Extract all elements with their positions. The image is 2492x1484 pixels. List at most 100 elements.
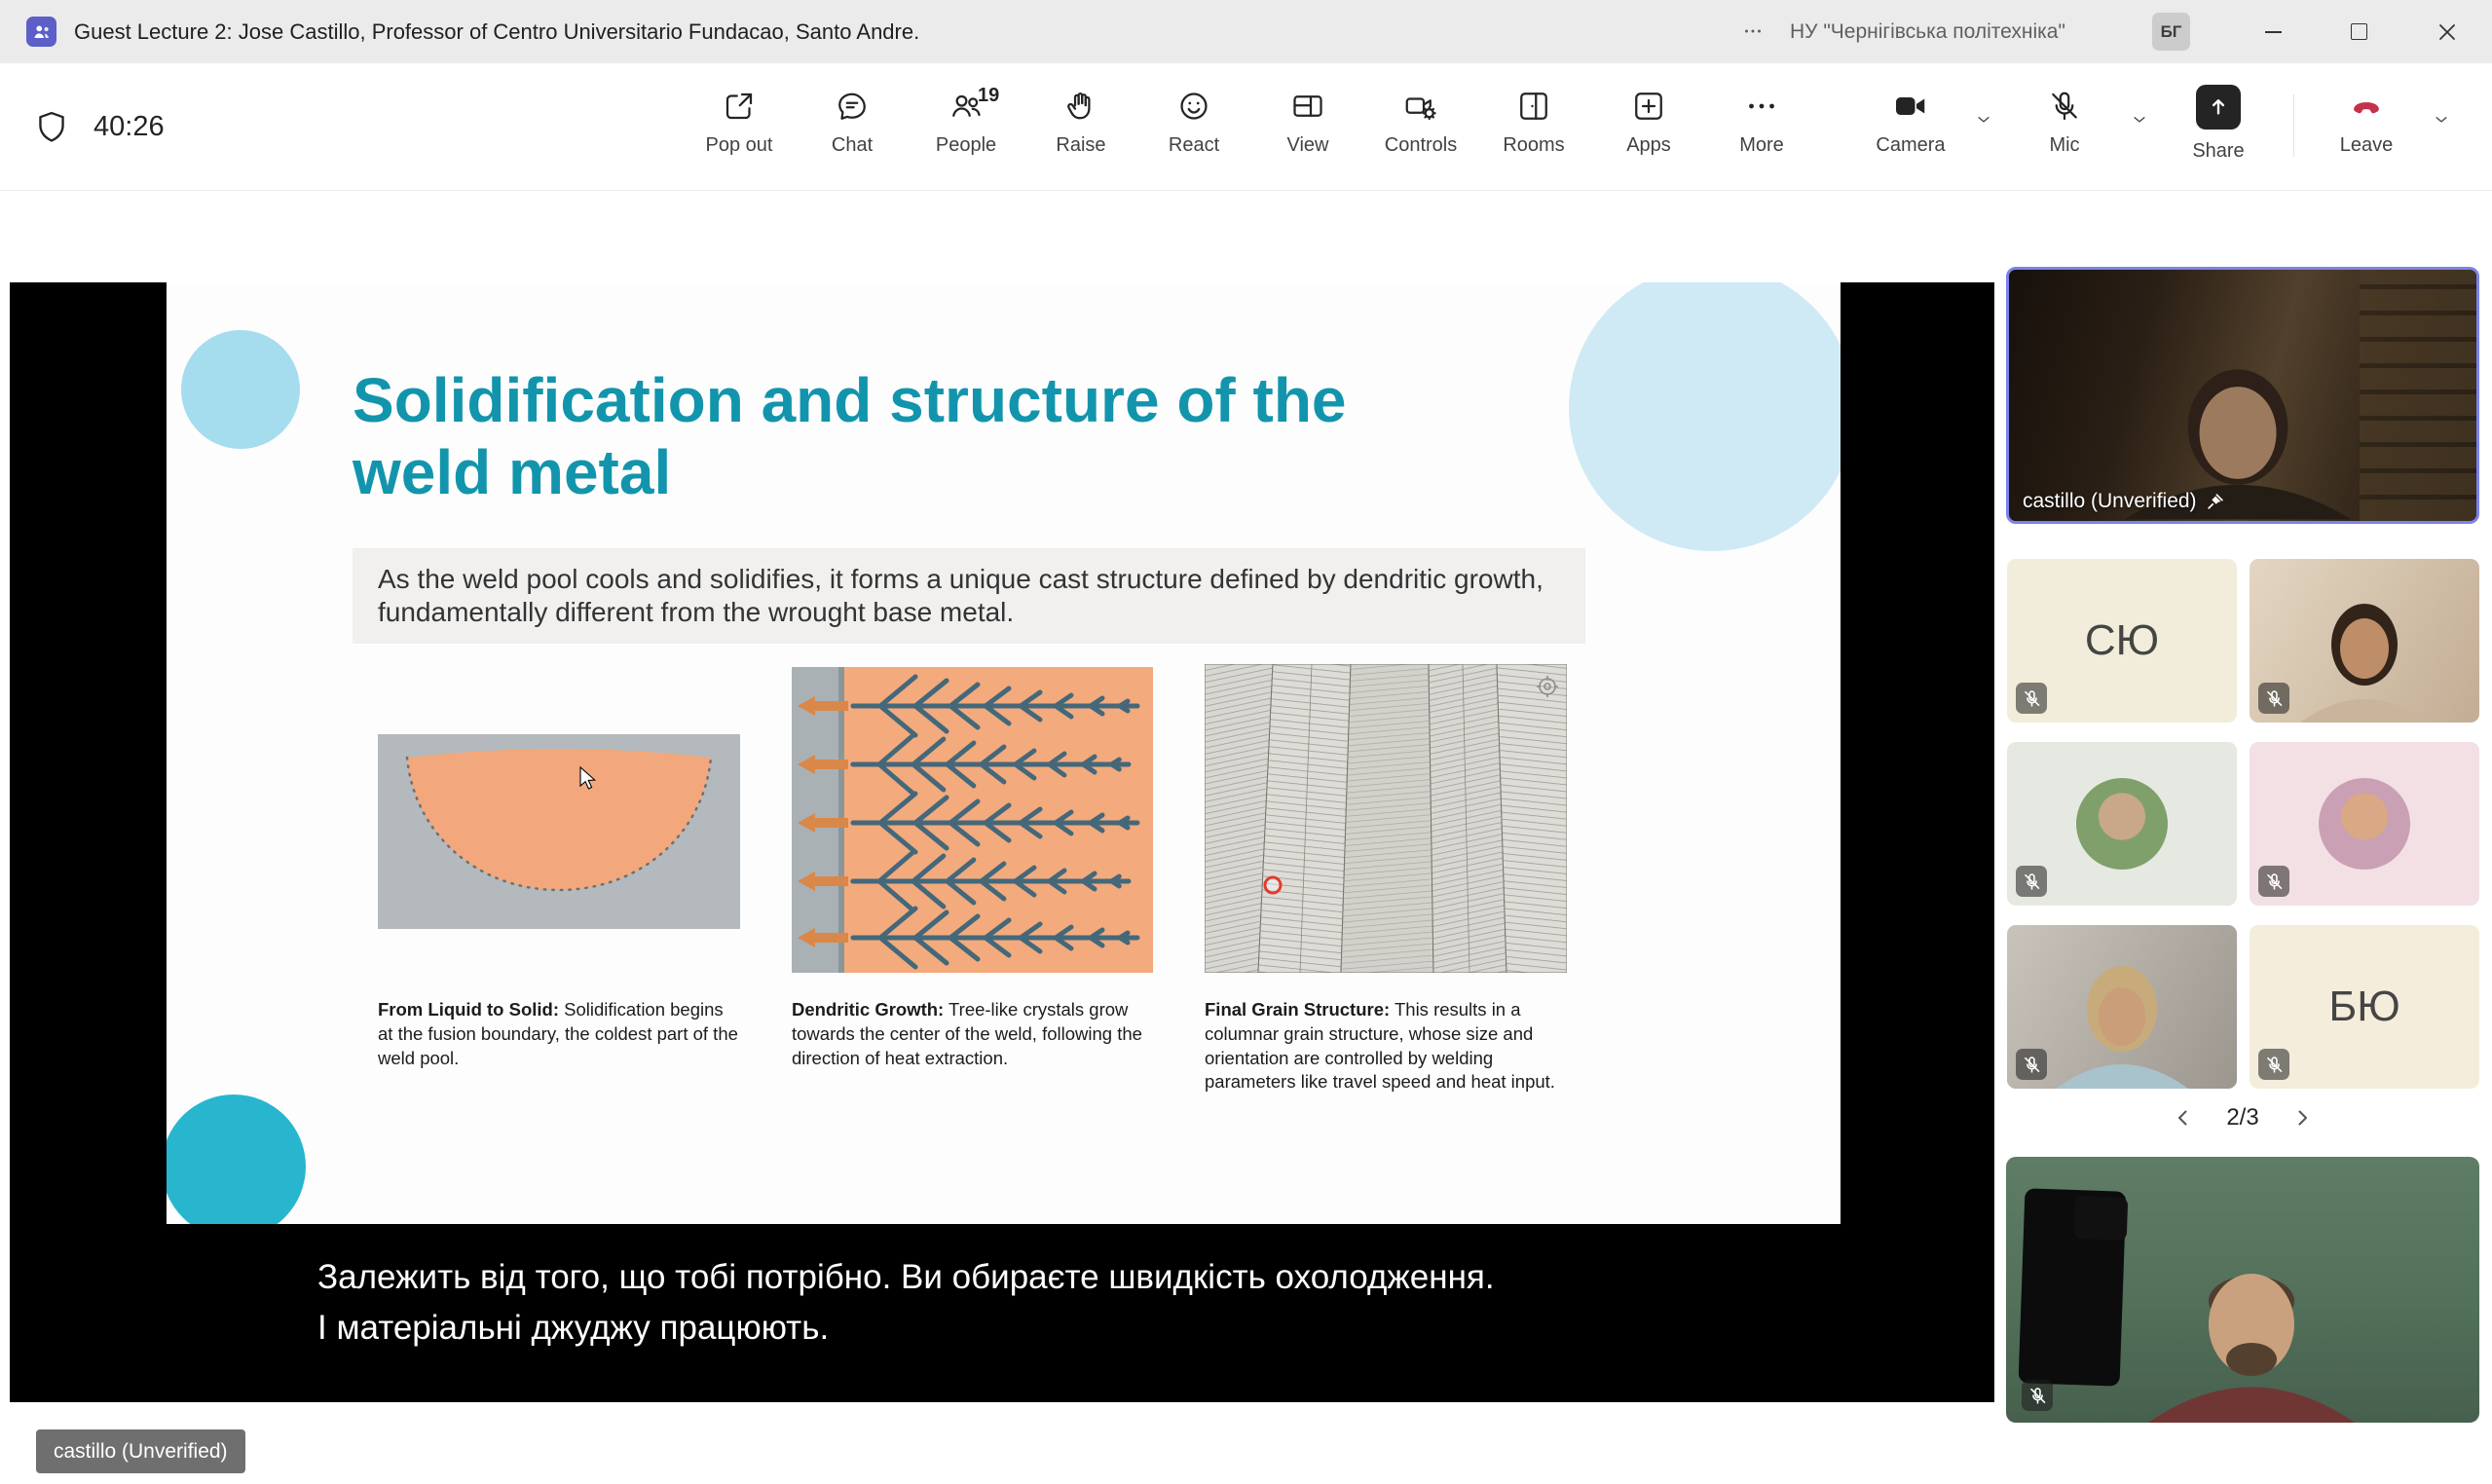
window-close-button[interactable]	[2401, 0, 2492, 63]
slide-title: Solidification and structure of the weld…	[353, 364, 1347, 508]
slide-intro-text: As the weld pool cools and solidifies, i…	[378, 564, 1544, 627]
people-button[interactable]: 19 People	[915, 89, 1017, 178]
chevron-down-icon	[2131, 111, 2148, 129]
more-button[interactable]: More	[1711, 89, 1812, 178]
react-button[interactable]: React	[1143, 89, 1245, 178]
caption-dendritic-growth: Dendritic Growth: Tree-like crystals gro…	[792, 998, 1156, 1070]
mic-off-indicator	[2016, 683, 2047, 714]
mic-muted-icon	[2047, 89, 2082, 124]
next-page-button[interactable]	[2285, 1100, 2320, 1135]
mic-off-indicator	[2258, 866, 2289, 897]
caption-lead: From Liquid to Solid:	[378, 999, 559, 1020]
meeting-toolbar: 40:26 Pop out Chat 19 People	[0, 63, 2492, 191]
titlebar-overflow-button[interactable]	[1731, 12, 1774, 51]
chevron-left-icon	[2172, 1106, 2195, 1130]
participant-avatar	[2076, 778, 2168, 870]
main-speaker-tile[interactable]: castillo (Unverified)	[2006, 267, 2479, 524]
presenter-name-pill: castillo (Unverified)	[36, 1429, 245, 1473]
live-caption-line1: Залежить від того, що тобі потрібно. Ви …	[317, 1252, 1495, 1303]
chevron-down-icon	[2433, 111, 2450, 129]
participants-pagination: 2/3	[2006, 1094, 2479, 1141]
caption-lead: Dendritic Growth:	[792, 999, 944, 1020]
window-minimize-button[interactable]	[2230, 0, 2316, 63]
titlebar: Guest Lecture 2: Jose Castillo, Professo…	[0, 0, 2492, 63]
rooms-label: Rooms	[1503, 134, 1564, 157]
previous-page-button[interactable]	[2166, 1100, 2201, 1135]
live-captions: Залежить від того, що тобі потрібно. Ви …	[317, 1252, 1495, 1354]
account-avatar[interactable]: БГ	[2152, 13, 2190, 51]
decor-circle-topleft	[181, 330, 300, 449]
controls-label: Controls	[1385, 134, 1457, 157]
controls-button[interactable]: Controls	[1370, 89, 1471, 178]
more-label: More	[1739, 134, 1784, 157]
slide-intro-panel: As the weld pool cools and solidifies, i…	[353, 548, 1585, 644]
people-count-badge: 19	[978, 85, 999, 107]
mic-off-indicator	[2022, 1380, 2053, 1411]
room-camera-tile[interactable]	[2006, 1157, 2479, 1423]
raise-label: Raise	[1056, 134, 1105, 157]
mic-off-indicator	[2258, 1049, 2289, 1080]
chat-label: Chat	[832, 134, 873, 157]
participant-tile-4[interactable]	[2250, 742, 2479, 906]
apps-label: Apps	[1626, 134, 1671, 157]
controls-icon	[1403, 89, 1438, 124]
mic-off-indicator	[2258, 683, 2289, 714]
window-maximize-button[interactable]	[2316, 0, 2401, 63]
react-smiley-icon	[1176, 89, 1211, 124]
camera-rig-silhouette	[2019, 1188, 2127, 1387]
camera-label: Camera	[1876, 134, 1945, 157]
meeting-timer: 40:26	[93, 63, 165, 191]
red-marker-icon	[1265, 877, 1281, 893]
speaker-name-text: castillo (Unverified)	[2023, 490, 2197, 513]
caption-final-grain: Final Grain Structure: This results in a…	[1205, 998, 1569, 1094]
privacy-shield-icon	[33, 106, 70, 147]
mic-button[interactable]: Mic	[2014, 89, 2115, 178]
decor-circle-right	[1569, 282, 1841, 551]
chat-button[interactable]: Chat	[801, 89, 903, 178]
more-dots-icon	[1744, 89, 1779, 124]
rooms-button[interactable]: Rooms	[1483, 89, 1584, 178]
chevron-right-icon	[2290, 1106, 2314, 1130]
live-caption-line2: І матеріальні джуджу працюють.	[317, 1303, 1495, 1354]
raise-hand-button[interactable]: Raise	[1030, 89, 1132, 178]
participant-tile-5[interactable]	[2007, 925, 2237, 1089]
participant-tile-2[interactable]	[2250, 559, 2479, 723]
dendritic-growth-diagram	[792, 667, 1153, 973]
speaker-name-label: castillo (Unverified)	[2023, 490, 2226, 513]
view-label: View	[1287, 134, 1329, 157]
share-label: Share	[2192, 140, 2244, 163]
camera-icon	[1893, 89, 1928, 124]
view-layout-icon	[1290, 89, 1325, 124]
close-icon	[2438, 23, 2456, 41]
mic-off-indicator	[2016, 1049, 2047, 1080]
pin-icon[interactable]	[2205, 491, 2226, 512]
leave-options-chevron[interactable]	[2424, 102, 2459, 137]
participant-tile-3[interactable]	[2007, 742, 2237, 906]
mic-options-chevron[interactable]	[2122, 102, 2157, 137]
pagination-label: 2/3	[2226, 1104, 2258, 1132]
raise-hand-icon	[1063, 89, 1098, 124]
leave-button[interactable]: Leave	[2316, 89, 2417, 178]
shared-content-stage: Solidification and structure of the weld…	[10, 282, 1994, 1402]
view-button[interactable]: View	[1257, 89, 1358, 178]
apps-button[interactable]: Apps	[1598, 89, 1699, 178]
weld-pool-diagram	[378, 734, 740, 929]
camera-button[interactable]: Camera	[1860, 89, 1961, 178]
leave-phone-icon	[2347, 89, 2386, 124]
participant-tile-6[interactable]: БЮ	[2250, 925, 2479, 1089]
mic-label: Mic	[2049, 134, 2079, 157]
teams-meeting-window: Guest Lecture 2: Jose Castillo, Professo…	[0, 0, 2492, 1484]
apps-icon	[1631, 89, 1666, 124]
participant-tile-1[interactable]: СЮ	[2007, 559, 2237, 723]
participant-avatar	[2319, 778, 2410, 870]
caption-lead: Final Grain Structure:	[1205, 999, 1390, 1020]
overflow-dots-icon	[1740, 19, 1766, 44]
slide-title-line1: Solidification and structure of the	[353, 364, 1347, 436]
popout-button[interactable]: Pop out	[688, 89, 790, 178]
share-button[interactable]: Share	[2168, 85, 2269, 174]
camera-options-chevron[interactable]	[1966, 102, 2001, 137]
slide-title-line2: weld metal	[353, 436, 1347, 508]
share-icon	[2196, 85, 2241, 130]
mic-off-indicator	[2016, 866, 2047, 897]
people-label: People	[936, 134, 996, 157]
